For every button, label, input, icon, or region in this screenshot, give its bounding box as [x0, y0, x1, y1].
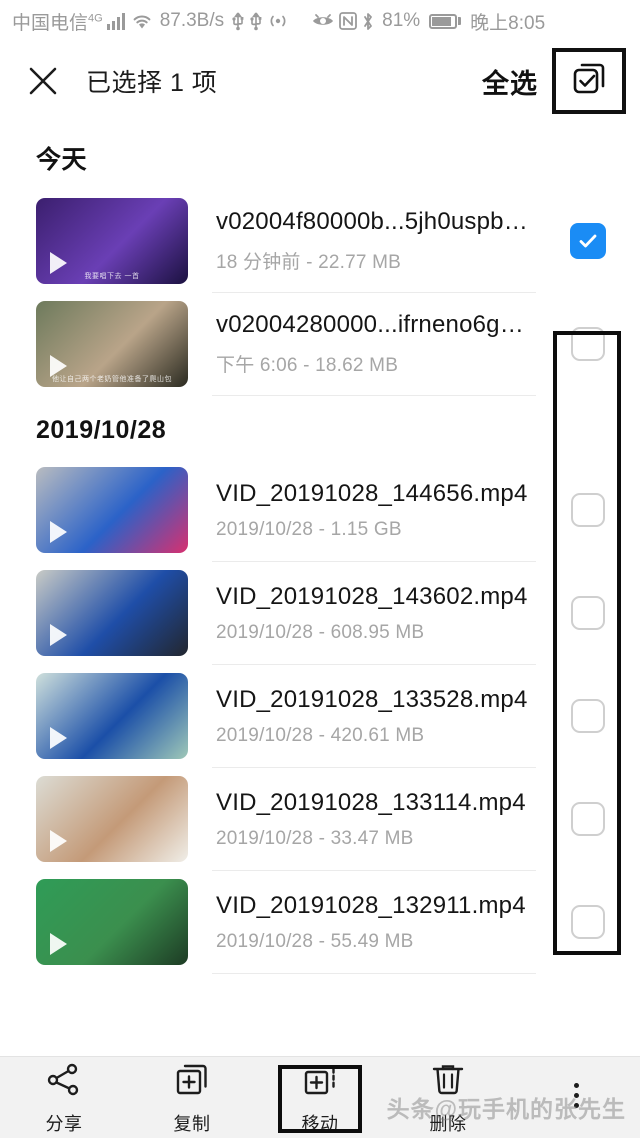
video-thumbnail[interactable]: [36, 467, 188, 553]
usb-icon: [249, 11, 263, 31]
file-subtitle: 2019/10/28 - 55.49 MB: [216, 930, 414, 952]
nfc-icon: [339, 12, 358, 30]
bottom-action-移动[interactable]: 移动: [256, 1057, 384, 1138]
list-section-header: 今天: [36, 146, 88, 174]
copy-icon: [172, 1060, 212, 1105]
bottom-action-label: 分享: [45, 1113, 83, 1134]
status-bar: 中国电信4G 87.3B/s 81% 晚上8:05: [0, 0, 640, 42]
bottom-action-bar[interactable]: 分享 复制 移动 删除: [0, 1056, 640, 1138]
header-actions: 全选: [482, 48, 626, 114]
trash-icon: [428, 1060, 468, 1105]
checkbox-unchecked[interactable]: [571, 905, 605, 939]
video-thumbnail[interactable]: [36, 570, 188, 656]
video-list[interactable]: 今天我要唱下去 一首 v02004f80000b...5jh0uspb0.mp4 1…: [0, 120, 640, 974]
item-checkbox-cell[interactable]: [536, 699, 640, 733]
battery-percent: 81%: [382, 10, 421, 31]
list-item[interactable]: VID_20191028_133114.mp4 2019/10/28 - 33.4…: [0, 768, 640, 870]
select-all-checkbox-icon: [569, 59, 609, 104]
file-subtitle: 2019/10/28 - 608.95 MB: [216, 621, 425, 643]
video-thumbnail[interactable]: 我要唱下去 一首: [36, 198, 188, 284]
bluetooth-icon: [361, 12, 375, 31]
item-checkbox-cell[interactable]: [536, 493, 640, 527]
item-meta: VID_20191028_133114.mp4 2019/10/28 - 33.4…: [188, 789, 536, 850]
checkbox-unchecked[interactable]: [571, 802, 605, 836]
list-item[interactable]: VID_20191028_133528.mp4 2019/10/28 - 420.…: [0, 665, 640, 767]
bottom-action-分享[interactable]: 分享: [0, 1057, 128, 1138]
list-item[interactable]: 他让自己两个老奶管他准备了爬山包 v02004280000...ifrneno6g…: [0, 293, 640, 395]
item-checkbox-cell[interactable]: [536, 905, 640, 939]
file-subtitle: 2019/10/28 - 420.61 MB: [216, 724, 425, 746]
wifi-icon: [131, 12, 153, 30]
item-meta: v02004f80000b...5jh0uspb0.mp4 18 分钟前 - 22…: [188, 208, 536, 274]
item-checkbox-cell[interactable]: [536, 327, 640, 361]
signal-bars-icon: [106, 12, 127, 30]
item-checkbox-cell[interactable]: [536, 223, 640, 259]
file-name: VID_20191028_144656.mp4: [216, 479, 528, 507]
eye-comfort-icon: [311, 12, 335, 30]
status-network-speed: 87.3B/s: [159, 10, 225, 31]
video-thumbnail[interactable]: [36, 879, 188, 965]
item-meta: VID_20191028_133528.mp4 2019/10/28 - 420.…: [188, 686, 536, 747]
video-thumbnail[interactable]: [36, 776, 188, 862]
selection-count-title: 已选择 1 项: [86, 69, 218, 97]
status-network-type: 4G: [88, 12, 103, 25]
more-vertical-icon: [573, 1082, 579, 1108]
item-meta: VID_20191028_143602.mp4 2019/10/28 - 608.…: [188, 583, 536, 644]
item-meta: v02004280000...ifrneno6gg.mp4 下午 6:06 - 1…: [188, 311, 536, 377]
bottom-action-label: 移动: [301, 1113, 339, 1134]
bottom-action-删除[interactable]: 删除: [384, 1057, 512, 1138]
selection-header: 已选择 1 项 全选: [0, 42, 640, 120]
checkbox-unchecked[interactable]: [571, 327, 605, 361]
item-checkbox-cell[interactable]: [536, 802, 640, 836]
file-subtitle: 2019/10/28 - 33.47 MB: [216, 827, 414, 849]
thumbnail-caption: 我要唱下去 一首: [84, 273, 140, 280]
list-item[interactable]: VID_20191028_144656.mp4 2019/10/28 - 1.15…: [0, 459, 640, 561]
checkbox-unchecked[interactable]: [571, 699, 605, 733]
list-item[interactable]: 我要唱下去 一首 v02004f80000b...5jh0uspb0.mp4 18 …: [0, 190, 640, 292]
select-all-button[interactable]: [552, 48, 626, 114]
video-thumbnail[interactable]: [36, 673, 188, 759]
file-subtitle: 2019/10/28 - 1.15 GB: [216, 518, 402, 540]
video-thumbnail[interactable]: 他让自己两个老奶管他准备了爬山包: [36, 301, 188, 387]
status-clock: 晚上8:05: [470, 12, 546, 34]
move-icon: [300, 1060, 340, 1105]
file-name: VID_20191028_133528.mp4: [216, 685, 528, 713]
share-icon: [44, 1060, 84, 1105]
bottom-action-复制[interactable]: 复制: [128, 1057, 256, 1138]
file-name: v02004f80000b...5jh0uspb0.mp4: [216, 208, 536, 235]
usb-icon: [231, 11, 245, 31]
checkbox-checked[interactable]: [570, 223, 606, 259]
status-carrier: 中国电信4G: [12, 12, 103, 34]
list-item[interactable]: VID_20191028_132911.mp4 2019/10/28 - 55.4…: [0, 871, 640, 973]
item-meta: VID_20191028_144656.mp4 2019/10/28 - 1.15…: [188, 480, 536, 541]
file-name: VID_20191028_143602.mp4: [216, 582, 528, 610]
list-item[interactable]: VID_20191028_143602.mp4 2019/10/28 - 608.…: [0, 562, 640, 664]
item-meta: VID_20191028_132911.mp4 2019/10/28 - 55.4…: [188, 892, 536, 953]
thumbnail-caption: 他让自己两个老奶管他准备了爬山包: [52, 376, 172, 383]
file-name: VID_20191028_132911.mp4: [216, 891, 526, 919]
close-icon[interactable]: [26, 64, 60, 98]
file-subtitle: 下午 6:06 - 18.62 MB: [216, 355, 399, 376]
bottom-action-label: 复制: [173, 1113, 211, 1134]
list-section-header: 2019/10/28: [36, 416, 167, 444]
select-all-label[interactable]: 全选: [482, 62, 538, 101]
checkbox-unchecked[interactable]: [571, 493, 605, 527]
item-checkbox-cell[interactable]: [536, 596, 640, 630]
battery-icon: [429, 13, 462, 29]
file-name: VID_20191028_133114.mp4: [216, 788, 526, 816]
bottom-action-label: 删除: [429, 1113, 467, 1134]
list-divider: [212, 973, 536, 974]
more-vertical-icon: [573, 1082, 579, 1108]
hotspot-icon: [267, 12, 289, 30]
file-name: v02004280000...ifrneno6gg.mp4: [216, 311, 536, 338]
file-subtitle: 18 分钟前 - 22.77 MB: [216, 252, 402, 273]
bottom-action-more[interactable]: [512, 1057, 640, 1138]
checkbox-unchecked[interactable]: [571, 596, 605, 630]
